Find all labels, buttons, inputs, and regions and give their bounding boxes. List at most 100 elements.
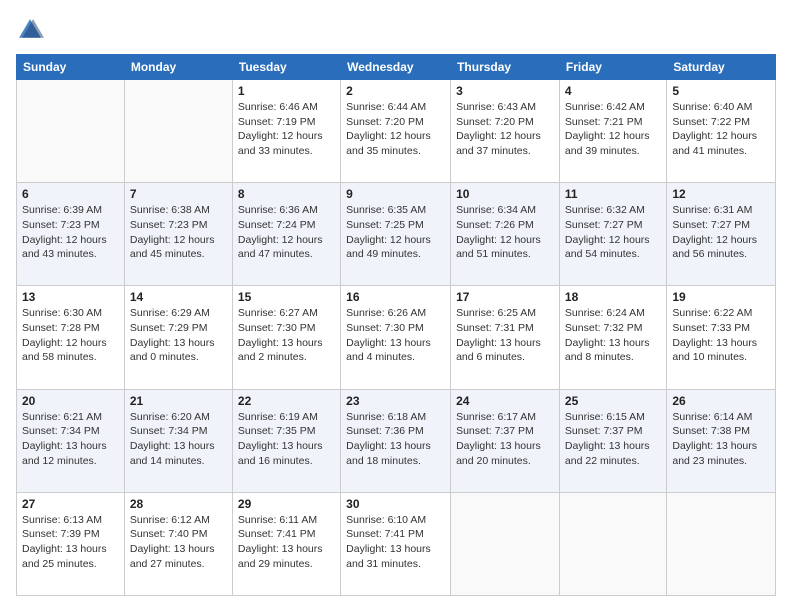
day-number: 26 bbox=[672, 394, 770, 408]
day-info: Sunrise: 6:30 AMSunset: 7:28 PMDaylight:… bbox=[22, 306, 119, 365]
calendar-day-cell: 15Sunrise: 6:27 AMSunset: 7:30 PMDayligh… bbox=[232, 286, 340, 389]
calendar-day-cell bbox=[667, 492, 776, 595]
calendar-day-cell: 9 Sunrise: 6:35 AMSunset: 7:25 PMDaylight… bbox=[341, 183, 451, 286]
calendar-day-cell bbox=[559, 492, 666, 595]
calendar-day-cell: 2 Sunrise: 6:44 AMSunset: 7:20 PMDaylight… bbox=[341, 80, 451, 183]
day-info: Sunrise: 6:31 AMSunset: 7:27 PMDaylight:… bbox=[672, 203, 770, 262]
calendar-header-tuesday: Tuesday bbox=[232, 55, 340, 80]
calendar-day-cell: 4Sunrise: 6:42 AMSunset: 7:21 PMDaylight… bbox=[559, 80, 666, 183]
calendar-day-cell: 3 Sunrise: 6:43 AMSunset: 7:20 PMDaylight… bbox=[451, 80, 560, 183]
day-info: Sunrise: 6:44 AMSunset: 7:20 PMDaylight:… bbox=[346, 100, 445, 159]
day-info: Sunrise: 6:18 AMSunset: 7:36 PMDaylight:… bbox=[346, 410, 445, 469]
day-info: Sunrise: 6:34 AMSunset: 7:26 PMDaylight:… bbox=[456, 203, 554, 262]
calendar-day-cell: 29 Sunrise: 6:11 AMSunset: 7:41 PMDayligh… bbox=[232, 492, 340, 595]
calendar-day-cell: 23 Sunrise: 6:18 AMSunset: 7:36 PMDayligh… bbox=[341, 389, 451, 492]
day-number: 15 bbox=[238, 290, 335, 304]
day-info: Sunrise: 6:36 AMSunset: 7:24 PMDaylight:… bbox=[238, 203, 335, 262]
calendar-day-cell: 16 Sunrise: 6:26 AMSunset: 7:30 PMDayligh… bbox=[341, 286, 451, 389]
day-info: Sunrise: 6:17 AMSunset: 7:37 PMDaylight:… bbox=[456, 410, 554, 469]
day-number: 29 bbox=[238, 497, 335, 511]
logo-icon bbox=[16, 16, 44, 44]
calendar-week-row: 6 Sunrise: 6:39 AMSunset: 7:23 PMDaylight… bbox=[17, 183, 776, 286]
calendar-day-cell: 10 Sunrise: 6:34 AMSunset: 7:26 PMDayligh… bbox=[451, 183, 560, 286]
day-number: 13 bbox=[22, 290, 119, 304]
day-info: Sunrise: 6:11 AMSunset: 7:41 PMDaylight:… bbox=[238, 513, 335, 572]
calendar-day-cell: 5 Sunrise: 6:40 AMSunset: 7:22 PMDaylight… bbox=[667, 80, 776, 183]
calendar-week-row: 1 Sunrise: 6:46 AMSunset: 7:19 PMDaylight… bbox=[17, 80, 776, 183]
day-info: Sunrise: 6:10 AMSunset: 7:41 PMDaylight:… bbox=[346, 513, 445, 572]
day-number: 20 bbox=[22, 394, 119, 408]
day-info: Sunrise: 6:39 AMSunset: 7:23 PMDaylight:… bbox=[22, 203, 119, 262]
calendar-day-cell: 27 Sunrise: 6:13 AMSunset: 7:39 PMDayligh… bbox=[17, 492, 125, 595]
calendar-header-row: SundayMondayTuesdayWednesdayThursdayFrid… bbox=[17, 55, 776, 80]
day-info: Sunrise: 6:20 AMSunset: 7:34 PMDaylight:… bbox=[130, 410, 227, 469]
day-number: 17 bbox=[456, 290, 554, 304]
calendar-header-thursday: Thursday bbox=[451, 55, 560, 80]
day-info: Sunrise: 6:43 AMSunset: 7:20 PMDaylight:… bbox=[456, 100, 554, 159]
day-number: 11 bbox=[565, 187, 661, 201]
calendar-header-wednesday: Wednesday bbox=[341, 55, 451, 80]
calendar-week-row: 27 Sunrise: 6:13 AMSunset: 7:39 PMDayligh… bbox=[17, 492, 776, 595]
calendar-day-cell: 7Sunrise: 6:38 AMSunset: 7:23 PMDaylight… bbox=[124, 183, 232, 286]
day-info: Sunrise: 6:35 AMSunset: 7:25 PMDaylight:… bbox=[346, 203, 445, 262]
calendar-day-cell: 13 Sunrise: 6:30 AMSunset: 7:28 PMDayligh… bbox=[17, 286, 125, 389]
day-info: Sunrise: 6:25 AMSunset: 7:31 PMDaylight:… bbox=[456, 306, 554, 365]
day-number: 12 bbox=[672, 187, 770, 201]
day-number: 19 bbox=[672, 290, 770, 304]
day-number: 21 bbox=[130, 394, 227, 408]
calendar-day-cell: 12 Sunrise: 6:31 AMSunset: 7:27 PMDayligh… bbox=[667, 183, 776, 286]
calendar-day-cell bbox=[451, 492, 560, 595]
day-number: 5 bbox=[672, 84, 770, 98]
calendar-day-cell: 17 Sunrise: 6:25 AMSunset: 7:31 PMDayligh… bbox=[451, 286, 560, 389]
calendar-day-cell: 25Sunrise: 6:15 AMSunset: 7:37 PMDayligh… bbox=[559, 389, 666, 492]
calendar-day-cell: 1 Sunrise: 6:46 AMSunset: 7:19 PMDaylight… bbox=[232, 80, 340, 183]
day-number: 28 bbox=[130, 497, 227, 511]
calendar-day-cell: 11 Sunrise: 6:32 AMSunset: 7:27 PMDayligh… bbox=[559, 183, 666, 286]
day-number: 27 bbox=[22, 497, 119, 511]
day-info: Sunrise: 6:21 AMSunset: 7:34 PMDaylight:… bbox=[22, 410, 119, 469]
day-info: Sunrise: 6:32 AMSunset: 7:27 PMDaylight:… bbox=[565, 203, 661, 262]
calendar-header-sunday: Sunday bbox=[17, 55, 125, 80]
day-info: Sunrise: 6:40 AMSunset: 7:22 PMDaylight:… bbox=[672, 100, 770, 159]
day-number: 6 bbox=[22, 187, 119, 201]
calendar-header-monday: Monday bbox=[124, 55, 232, 80]
day-number: 10 bbox=[456, 187, 554, 201]
calendar-header-saturday: Saturday bbox=[667, 55, 776, 80]
calendar-header-friday: Friday bbox=[559, 55, 666, 80]
calendar-day-cell: 21 Sunrise: 6:20 AMSunset: 7:34 PMDayligh… bbox=[124, 389, 232, 492]
calendar-day-cell: 20 Sunrise: 6:21 AMSunset: 7:34 PMDayligh… bbox=[17, 389, 125, 492]
day-info: Sunrise: 6:29 AMSunset: 7:29 PMDaylight:… bbox=[130, 306, 227, 365]
day-number: 3 bbox=[456, 84, 554, 98]
day-info: Sunrise: 6:26 AMSunset: 7:30 PMDaylight:… bbox=[346, 306, 445, 365]
calendar-week-row: 20 Sunrise: 6:21 AMSunset: 7:34 PMDayligh… bbox=[17, 389, 776, 492]
day-number: 24 bbox=[456, 394, 554, 408]
calendar-day-cell: 30Sunrise: 6:10 AMSunset: 7:41 PMDayligh… bbox=[341, 492, 451, 595]
calendar-day-cell: 19Sunrise: 6:22 AMSunset: 7:33 PMDayligh… bbox=[667, 286, 776, 389]
day-info: Sunrise: 6:13 AMSunset: 7:39 PMDaylight:… bbox=[22, 513, 119, 572]
day-number: 2 bbox=[346, 84, 445, 98]
day-info: Sunrise: 6:14 AMSunset: 7:38 PMDaylight:… bbox=[672, 410, 770, 469]
day-number: 25 bbox=[565, 394, 661, 408]
page: SundayMondayTuesdayWednesdayThursdayFrid… bbox=[0, 0, 792, 612]
day-number: 16 bbox=[346, 290, 445, 304]
calendar-day-cell: 18Sunrise: 6:24 AMSunset: 7:32 PMDayligh… bbox=[559, 286, 666, 389]
day-number: 8 bbox=[238, 187, 335, 201]
day-number: 9 bbox=[346, 187, 445, 201]
calendar-week-row: 13 Sunrise: 6:30 AMSunset: 7:28 PMDayligh… bbox=[17, 286, 776, 389]
calendar-day-cell bbox=[17, 80, 125, 183]
calendar-day-cell: 28 Sunrise: 6:12 AMSunset: 7:40 PMDayligh… bbox=[124, 492, 232, 595]
logo bbox=[16, 16, 48, 44]
day-number: 22 bbox=[238, 394, 335, 408]
day-number: 7 bbox=[130, 187, 227, 201]
calendar-day-cell: 22Sunrise: 6:19 AMSunset: 7:35 PMDayligh… bbox=[232, 389, 340, 492]
day-number: 14 bbox=[130, 290, 227, 304]
day-number: 23 bbox=[346, 394, 445, 408]
calendar-day-cell: 24 Sunrise: 6:17 AMSunset: 7:37 PMDayligh… bbox=[451, 389, 560, 492]
calendar-table: SundayMondayTuesdayWednesdayThursdayFrid… bbox=[16, 54, 776, 596]
day-number: 1 bbox=[238, 84, 335, 98]
calendar-day-cell: 6 Sunrise: 6:39 AMSunset: 7:23 PMDaylight… bbox=[17, 183, 125, 286]
calendar-day-cell bbox=[124, 80, 232, 183]
header bbox=[16, 16, 776, 44]
day-info: Sunrise: 6:46 AMSunset: 7:19 PMDaylight:… bbox=[238, 100, 335, 159]
day-info: Sunrise: 6:12 AMSunset: 7:40 PMDaylight:… bbox=[130, 513, 227, 572]
